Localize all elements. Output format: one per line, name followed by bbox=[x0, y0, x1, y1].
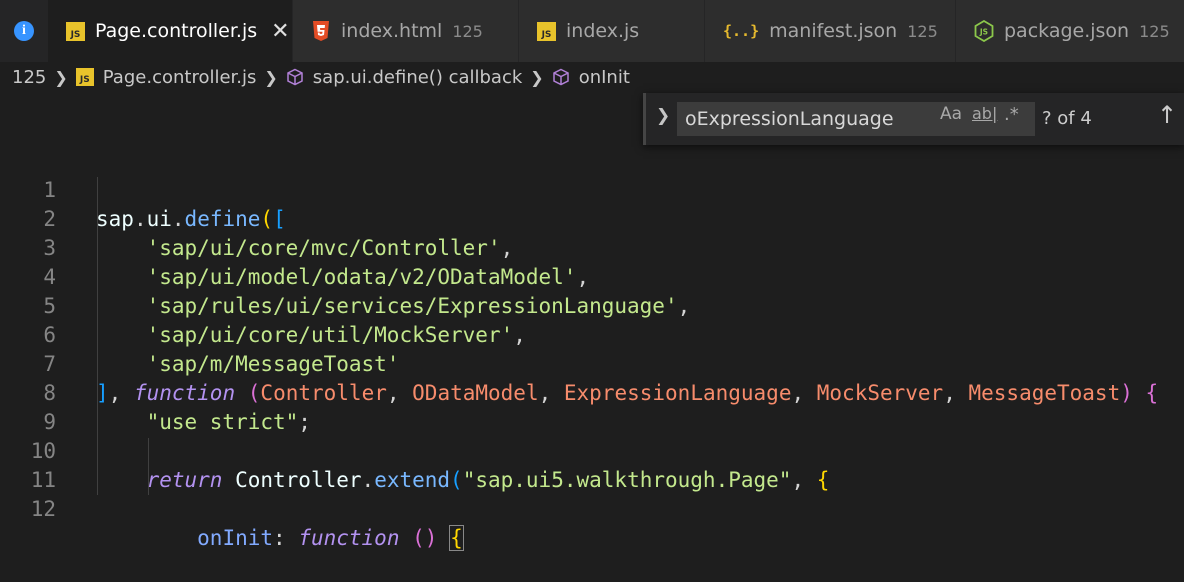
problem-count-badge: 125 bbox=[452, 21, 483, 41]
breadcrumb-file[interactable]: JS Page.controller.js bbox=[75, 66, 257, 88]
problem-count-badge: 125 bbox=[907, 21, 938, 41]
find-input-value: oExpressionLanguage bbox=[685, 108, 894, 130]
chevron-right-icon: ❯ bbox=[264, 67, 278, 87]
code-line: 8 "use strict"; bbox=[0, 350, 1184, 434]
tab-label: index.js bbox=[566, 20, 640, 42]
tab-label: package.json bbox=[1004, 20, 1130, 42]
tab-label: manifest.json bbox=[769, 20, 898, 42]
editor-tab-bar: i JS Page.controller.js ✕ index.html 125… bbox=[0, 0, 1184, 62]
code-line: 6 'sap/m/MessageToast' bbox=[0, 292, 1184, 376]
close-tab-icon[interactable]: ✕ bbox=[271, 19, 289, 44]
json-braces-icon: {..} bbox=[723, 22, 760, 40]
tab-package-json[interactable]: JS package.json 125 bbox=[956, 0, 1184, 62]
js-file-icon: JS bbox=[66, 21, 85, 41]
js-file-icon: JS bbox=[75, 68, 94, 86]
code-line: 1 sap.ui.define([ bbox=[0, 147, 1184, 231]
info-slot[interactable]: i bbox=[0, 0, 48, 62]
code-line: 7 ], function (Controller, ODataModel, E… bbox=[0, 321, 1184, 405]
match-whole-word-toggle[interactable]: ab| bbox=[972, 104, 997, 123]
chevron-right-icon: ❯ bbox=[530, 67, 544, 87]
tab-manifest-json[interactable]: {..} manifest.json 125 bbox=[705, 0, 956, 62]
code-line: 2 'sap/ui/core/mvc/Controller', bbox=[0, 176, 1184, 260]
code-line: 3 'sap/ui/model/odata/v2/ODataModel', bbox=[0, 205, 1184, 289]
toggle-replace-chevron-icon[interactable]: ❯ bbox=[656, 106, 670, 126]
breadcrumb-file-label: Page.controller.js bbox=[102, 66, 257, 88]
method-cube-icon bbox=[552, 68, 569, 86]
method-cube-icon bbox=[287, 68, 303, 86]
tab-label: index.html bbox=[341, 20, 443, 42]
previous-match-arrow-icon[interactable]: ↑ bbox=[1157, 101, 1177, 129]
breadcrumb-symbol-oninit[interactable]: onInit bbox=[552, 67, 630, 88]
breadcrumb-symbol-label: onInit bbox=[578, 66, 630, 88]
chevron-right-icon: ❯ bbox=[54, 67, 68, 87]
tab-index-html[interactable]: index.html 125 bbox=[293, 0, 519, 62]
use-regex-toggle[interactable]: .* bbox=[1004, 104, 1019, 125]
nodejs-icon: JS bbox=[974, 20, 994, 42]
js-file-icon: JS bbox=[537, 21, 556, 41]
breadcrumb-symbol-callback[interactable]: sap.ui.define() callback bbox=[286, 67, 522, 88]
breadcrumb-count[interactable]: 125 bbox=[12, 67, 46, 88]
code-line: 5 'sap/ui/core/util/MockServer', bbox=[0, 263, 1184, 347]
line-number: 12 bbox=[30, 497, 56, 521]
svg-text:JS: JS bbox=[979, 28, 988, 37]
breadcrumb-symbol-label: sap.ui.define() callback bbox=[312, 66, 523, 88]
match-case-toggle[interactable]: Aa bbox=[940, 104, 962, 124]
tab-index-js[interactable]: JS index.js bbox=[519, 0, 705, 62]
tab-label: Page.controller.js bbox=[95, 20, 258, 42]
code-line: 11 bbox=[0, 437, 1184, 492]
find-widget: ❯ oExpressionLanguage Aa ab| .* ? of 4 ↑ bbox=[643, 93, 1184, 145]
keyword-token: function bbox=[298, 526, 400, 550]
code-editor[interactable]: 1 sap.ui.define([ 2 'sap/ui/core/mvc/Con… bbox=[0, 145, 1184, 551]
breadcrumb: 125 ❯ JS Page.controller.js ❯ sap.ui.def… bbox=[0, 62, 1184, 92]
code-line: 4 'sap/rules/ui/services/ExpressionLangu… bbox=[0, 234, 1184, 318]
html5-icon bbox=[313, 21, 329, 41]
property-token: onInit bbox=[197, 526, 274, 550]
problem-count-badge: 125 bbox=[1139, 21, 1170, 41]
code-line: 12 onInit: function () { bbox=[0, 466, 1184, 551]
info-icon[interactable]: i bbox=[14, 21, 34, 41]
find-result-count: ? of 4 bbox=[1042, 108, 1092, 129]
code-line: 10 return Controller.extend("sap.ui5.wal… bbox=[0, 408, 1184, 492]
code-line: 9 bbox=[0, 379, 1184, 434]
tab-page-controller-js[interactable]: JS Page.controller.js ✕ bbox=[48, 0, 293, 62]
